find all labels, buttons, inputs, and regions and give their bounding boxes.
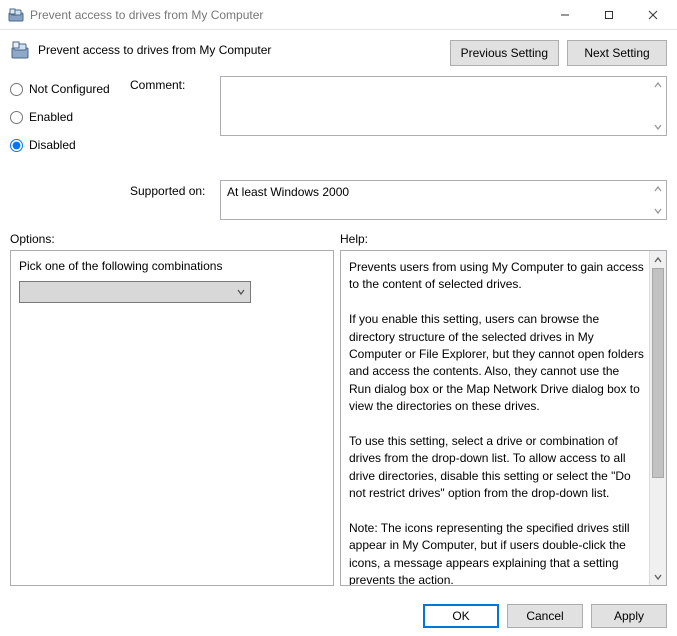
minimize-button[interactable] [543,1,587,29]
help-pane: Prevents users from using My Computer to… [340,250,667,586]
titlebar: Prevent access to drives from My Compute… [0,0,677,30]
previous-setting-button[interactable]: Previous Setting [450,40,559,66]
drive-combo[interactable] [19,281,251,303]
state-radios: Not Configured Enabled Disabled [10,76,130,166]
radio-enabled-label: Enabled [29,110,73,124]
radio-not-configured-label: Not Configured [29,82,110,96]
policy-icon [10,40,30,60]
scroll-thumb[interactable] [652,268,664,478]
scroll-up-icon[interactable] [650,251,666,268]
scroll-track[interactable] [650,268,666,568]
radio-disabled-label: Disabled [29,138,76,152]
radio-disabled-input[interactable] [10,139,23,152]
policy-title: Prevent access to drives from My Compute… [38,43,271,57]
comment-label: Comment: [130,76,220,92]
chevron-down-icon[interactable] [652,121,664,133]
radio-enabled-input[interactable] [10,111,23,124]
options-pane: Pick one of the following combinations [10,250,334,586]
apply-button[interactable]: Apply [591,604,667,628]
chevron-down-icon[interactable] [652,205,664,217]
options-heading: Options: [10,232,340,246]
radio-not-configured[interactable]: Not Configured [10,82,130,96]
window-title: Prevent access to drives from My Compute… [30,8,543,22]
chevron-up-icon[interactable] [652,183,664,195]
footer: OK Cancel Apply [0,596,677,636]
scroll-down-icon[interactable] [650,568,666,585]
comment-textarea[interactable] [220,76,667,136]
radio-enabled[interactable]: Enabled [10,110,130,124]
supported-on-label: Supported on: [130,180,220,198]
chevron-up-icon[interactable] [652,79,664,91]
close-button[interactable] [631,1,675,29]
supported-on-value: At least Windows 2000 [227,185,349,199]
supported-on-box: At least Windows 2000 [220,180,667,220]
radio-not-configured-input[interactable] [10,83,23,96]
help-text: Prevents users from using My Computer to… [349,259,644,586]
next-setting-button[interactable]: Next Setting [567,40,667,66]
help-scrollbar[interactable] [649,251,666,585]
header-row: Prevent access to drives from My Compute… [10,36,667,76]
options-prompt: Pick one of the following combinations [19,259,325,273]
ok-button[interactable]: OK [423,604,499,628]
app-icon [8,7,24,23]
maximize-button[interactable] [587,1,631,29]
help-heading: Help: [340,232,368,246]
radio-disabled[interactable]: Disabled [10,138,130,152]
cancel-button[interactable]: Cancel [507,604,583,628]
chevron-down-icon [232,282,250,302]
